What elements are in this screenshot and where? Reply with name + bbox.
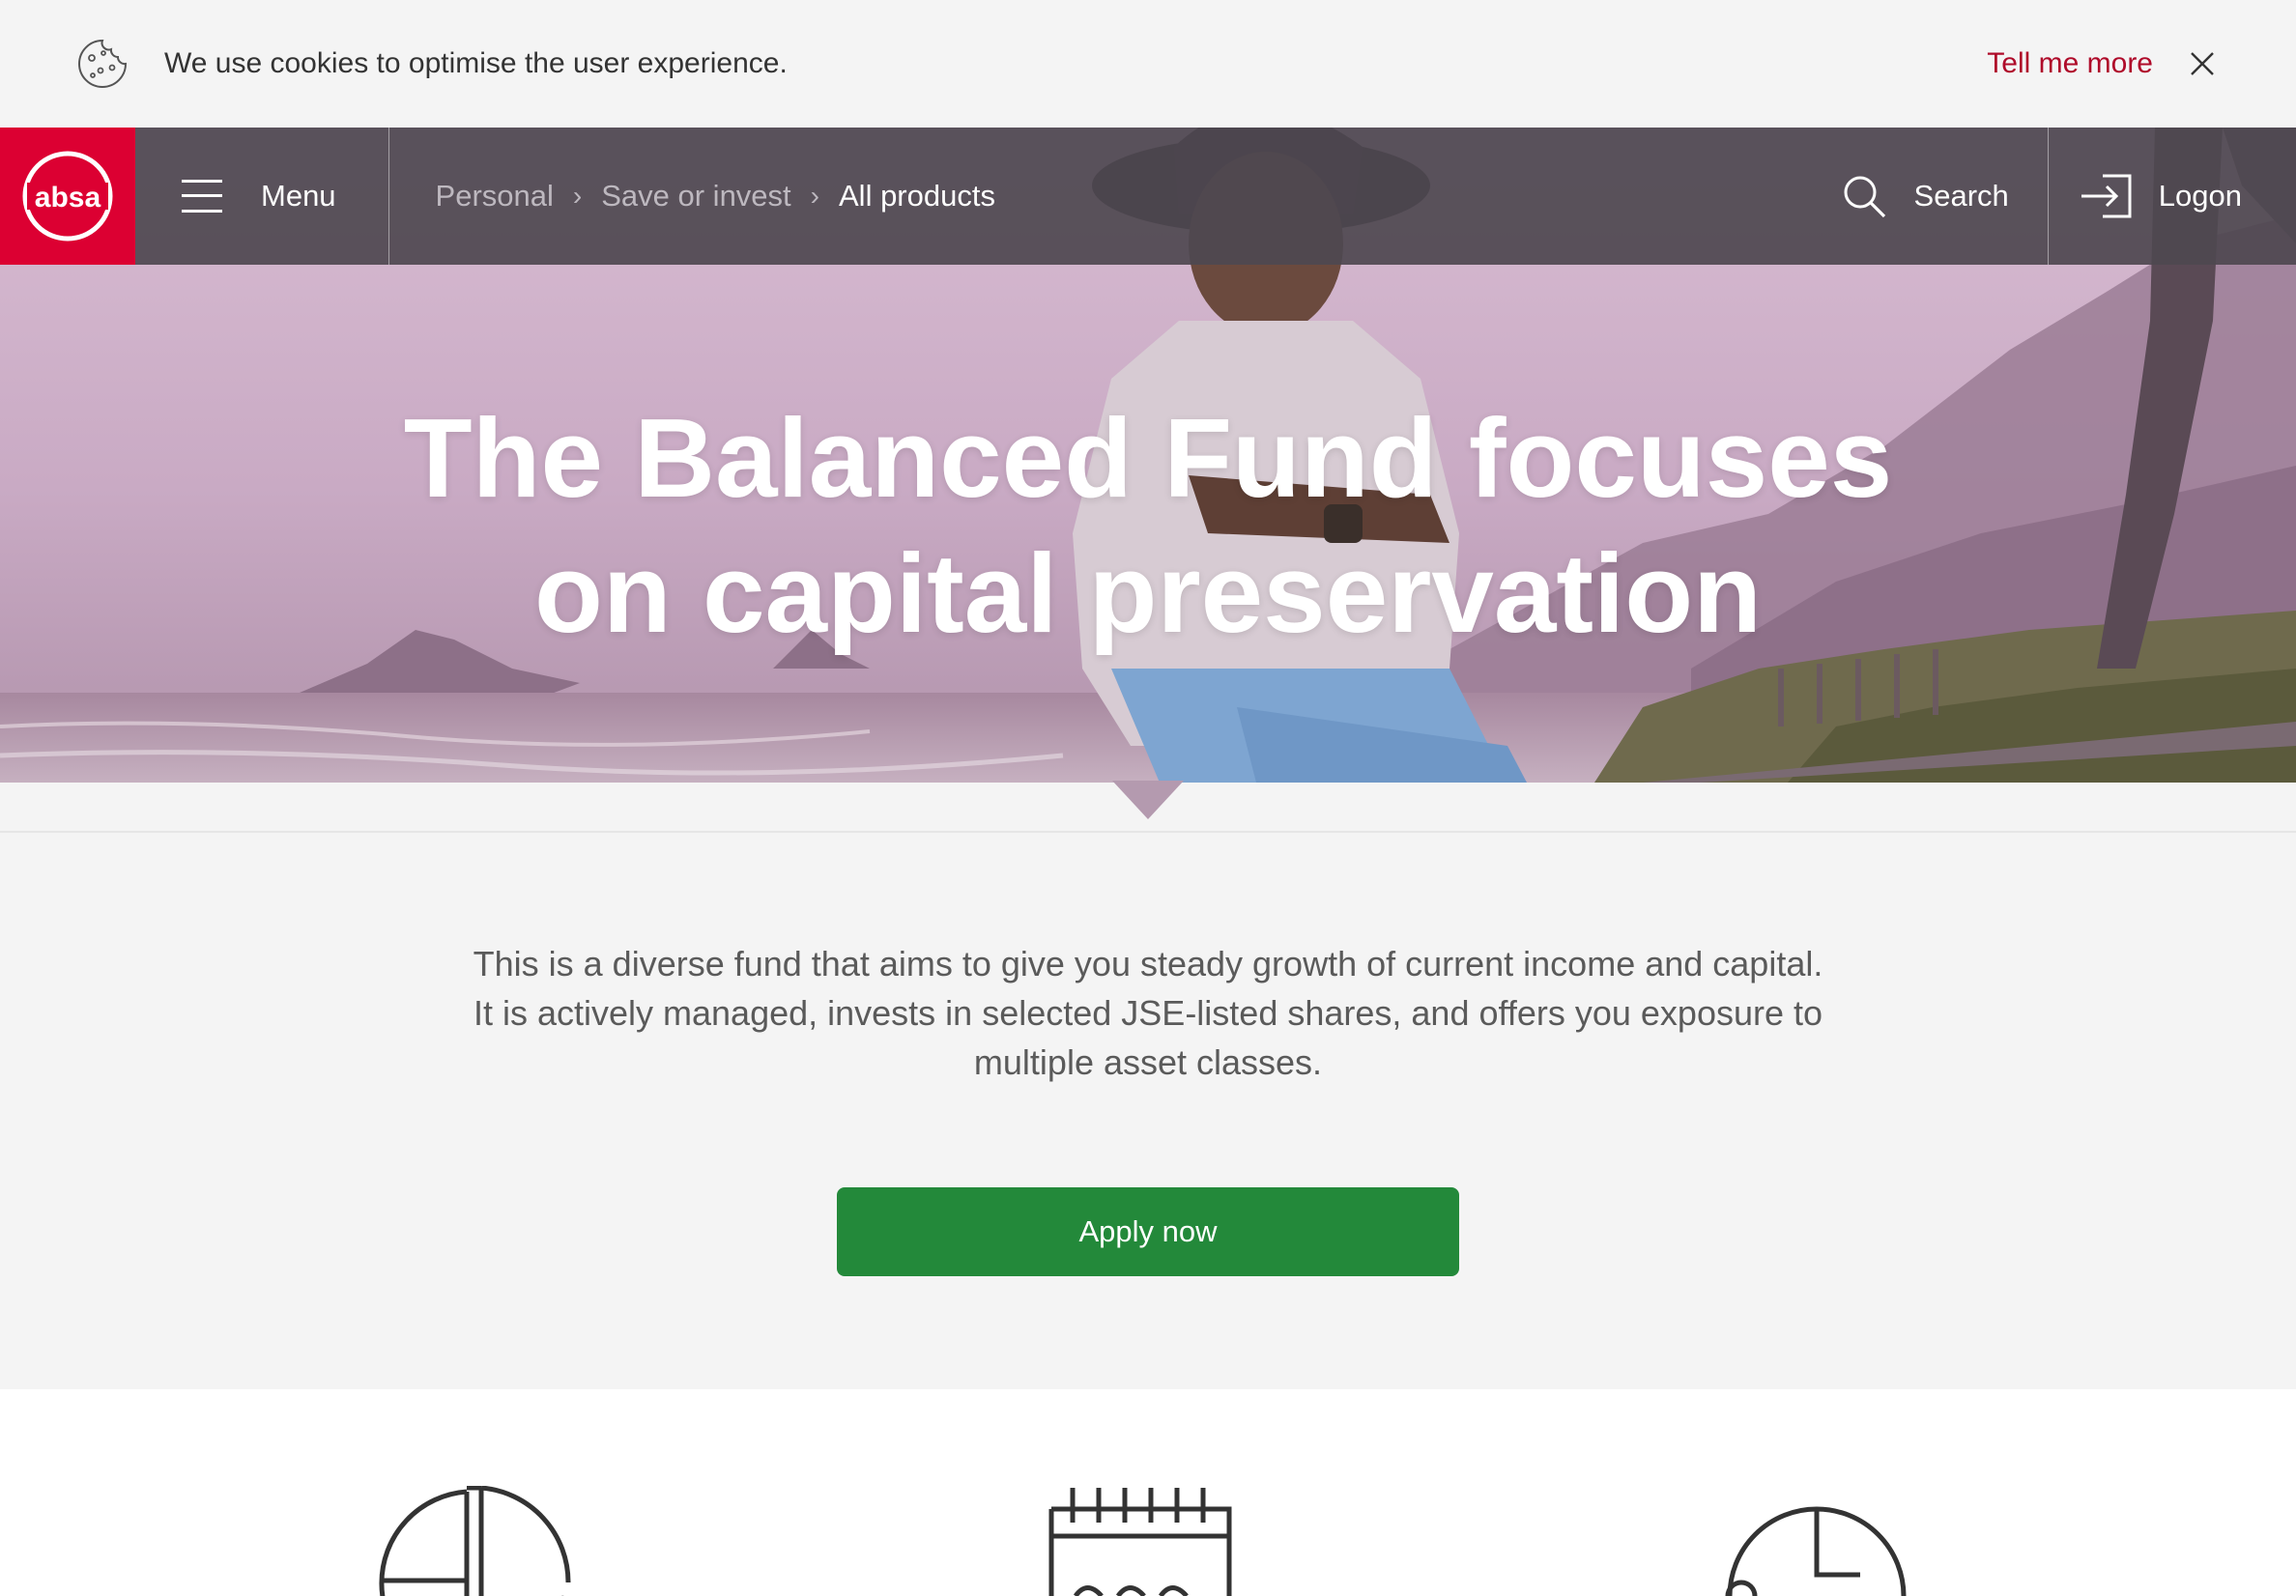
main-navigation: absa Menu Personal › Save or invest › Al… [0,128,2296,265]
cookie-message: We use cookies to optimise the user expe… [164,47,788,79]
logon-icon [2081,174,2132,218]
cookie-banner: We use cookies to optimise the user expe… [0,0,2296,128]
intro-line-1: This is a diverse fund that aims to give… [473,944,1823,983]
hero-banner: absa Menu Personal › Save or invest › Al… [0,128,2296,783]
close-icon [2191,52,2214,75]
logo-text: absa [35,182,101,214]
hero-title-line-1: The Balanced Fund focuses [403,395,1893,521]
calendar-icon [1048,1488,1232,1596]
hamburger-icon [182,180,222,213]
apply-now-button[interactable]: Apply now [837,1187,1459,1276]
page: We use cookies to optimise the user expe… [0,0,2296,1596]
intro-text: This is a diverse fund that aims to give… [375,939,1921,1087]
search-button[interactable]: Search [1841,128,2048,265]
breadcrumb: Personal › Save or invest › All products [389,128,995,265]
divider [0,831,2296,833]
section-pointer [1112,781,1184,819]
hero-title-line-2: on capital preservation [534,530,1762,656]
cookie-icon [78,39,128,88]
breadcrumb-save-or-invest[interactable]: Save or invest [601,179,790,214]
chevron-right-icon: › [572,181,583,211]
chevron-right-icon: › [810,181,819,211]
hero-title: The Balanced Fund focuses on capital pre… [0,390,2296,661]
absa-logo-icon: absa [22,151,113,242]
pie-chart-icon [379,1486,571,1596]
tell-me-more-link[interactable]: Tell me more [1987,47,2153,80]
clock-icon [1725,1506,1907,1596]
intro-line-2: It is actively managed, invests in selec… [473,993,1823,1033]
logon-label: Logon [2158,179,2242,213]
absa-logo[interactable]: absa [0,128,135,265]
breadcrumb-all-products[interactable]: All products [839,179,995,214]
intro-line-3: multiple asset classes. [973,1042,1323,1082]
menu-button[interactable]: Menu [135,128,389,265]
close-cookie-button[interactable] [2184,45,2221,82]
menu-label: Menu [261,179,336,213]
logon-button[interactable]: Logon [2047,128,2296,265]
features-section [0,1389,2296,1596]
breadcrumb-personal[interactable]: Personal [436,179,554,214]
search-icon [1844,176,1885,218]
search-label: Search [1913,179,2009,213]
